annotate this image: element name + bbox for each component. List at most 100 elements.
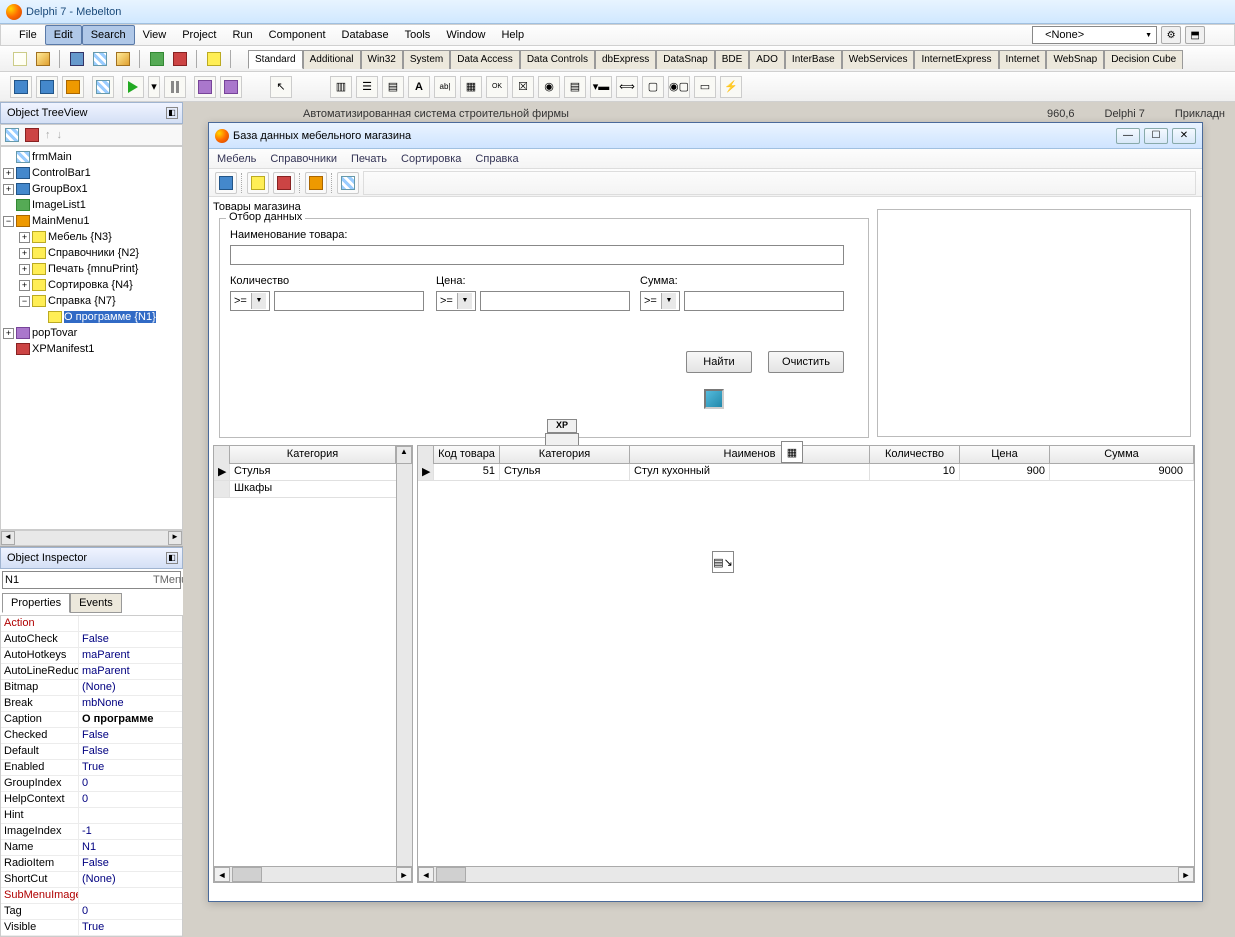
cat-vscroll[interactable] — [396, 464, 412, 866]
menu-help[interactable]: Help — [493, 26, 532, 44]
tab-system[interactable]: System — [403, 50, 450, 69]
prop-row[interactable]: BreakmbNone — [1, 696, 182, 712]
form-tb-open[interactable] — [305, 172, 327, 194]
prop-row[interactable]: SubMenuImage — [1, 888, 182, 904]
dh-cat[interactable]: Категория — [500, 446, 630, 463]
tab-events[interactable]: Events — [70, 593, 122, 613]
prop-row[interactable]: CheckedFalse — [1, 728, 182, 744]
prop-row[interactable]: ImageIndex-1 — [1, 824, 182, 840]
prop-row[interactable]: GroupIndex0 — [1, 776, 182, 792]
trace-btn[interactable] — [194, 76, 216, 98]
tree-icon-1[interactable] — [5, 128, 19, 142]
tree-node[interactable]: −MainMenu1 — [3, 213, 180, 229]
menu-search[interactable]: Search — [82, 25, 135, 45]
menu-project[interactable]: Project — [174, 26, 224, 44]
config-btn-2[interactable]: ⬒ — [1185, 26, 1205, 44]
tree-node[interactable]: +popTovar — [3, 325, 180, 341]
dh-name[interactable]: Наименов — [630, 446, 870, 463]
close-icon[interactable]: ✕ — [1172, 128, 1196, 144]
cat-hscroll[interactable]: ◄► — [214, 866, 412, 882]
comp-checkbox-icon[interactable]: ☒ — [512, 76, 534, 98]
tree-node[interactable]: +Печать {mnuPrint} — [3, 261, 180, 277]
toggle-btn[interactable] — [62, 76, 84, 98]
prop-row[interactable]: RadioItemFalse — [1, 856, 182, 872]
comp-label-icon[interactable]: A — [408, 76, 430, 98]
comp-radio-icon[interactable]: ◉ — [538, 76, 560, 98]
dc-qty[interactable]: 10 — [870, 464, 960, 480]
tab-interbase[interactable]: InterBase — [785, 50, 842, 69]
menu-file[interactable]: File — [11, 26, 45, 44]
prop-row[interactable]: VisibleTrue — [1, 920, 182, 936]
tree-node[interactable]: −Справка {N7} — [3, 293, 180, 309]
find-button[interactable]: Найти — [686, 351, 752, 373]
component-icon-1[interactable] — [704, 389, 724, 409]
tree-node[interactable]: +Сортировка {N4} — [3, 277, 180, 293]
tree-node[interactable]: XPManifest1 — [3, 341, 180, 357]
tree-node[interactable]: +GroupBox1 — [3, 181, 180, 197]
select-price-op[interactable]: >= — [436, 291, 476, 311]
menu-window[interactable]: Window — [438, 26, 493, 44]
comp-edit-icon[interactable]: ab| — [434, 76, 456, 98]
tab-standard[interactable]: Standard — [248, 50, 303, 69]
tab-websnap[interactable]: WebSnap — [1046, 50, 1104, 69]
form-menu-4[interactable]: Справка — [475, 153, 518, 165]
newform-btn[interactable] — [92, 76, 114, 98]
step-btn[interactable] — [220, 76, 242, 98]
tab-internet[interactable]: Internet — [999, 50, 1047, 69]
tree-icon-2[interactable] — [25, 128, 39, 142]
tree-node[interactable]: +Справочники {N2} — [3, 245, 180, 261]
tab-dataaccess[interactable]: Data Access — [450, 50, 520, 69]
minimize-icon[interactable]: — — [1116, 128, 1140, 144]
comp-radiogroup-icon[interactable]: ◉▢ — [668, 76, 690, 98]
comp-frames-icon[interactable]: ▥ — [330, 76, 352, 98]
input-name[interactable] — [230, 245, 844, 265]
save-btn[interactable] — [67, 49, 87, 69]
pin-icon-2[interactable]: ◧ — [166, 552, 178, 564]
datasource-component-icon[interactable]: ▤↘ — [712, 551, 734, 573]
cat-row-1[interactable]: Шкафы — [230, 481, 412, 497]
new-btn[interactable] — [10, 49, 30, 69]
form-menu-1[interactable]: Справочники — [270, 153, 337, 165]
xp-manifest-icon[interactable]: XP — [547, 419, 577, 433]
form-menu-2[interactable]: Печать — [351, 153, 387, 165]
pause-btn[interactable] — [164, 76, 186, 98]
inspector-object-select[interactable]: TMenuItem ▼ — [2, 571, 181, 589]
view-unit-btn[interactable] — [36, 76, 58, 98]
dc-cat[interactable]: Стулья — [500, 464, 630, 480]
tree-hscroll[interactable]: ◄ ► — [0, 530, 183, 546]
tab-webservices[interactable]: WebServices — [842, 50, 915, 69]
tree-node[interactable]: +Мебель {N3} — [3, 229, 180, 245]
dh-code[interactable]: Код товара — [434, 446, 500, 463]
dh-qty[interactable]: Количество — [870, 446, 960, 463]
comp-actionlist-icon[interactable]: ⚡ — [720, 76, 742, 98]
comp-memo-icon[interactable]: ▦ — [460, 76, 482, 98]
tree-body[interactable]: frmMain+ControlBar1+GroupBox1ImageList1−… — [0, 146, 183, 530]
view-form-btn[interactable] — [10, 76, 32, 98]
dc-sum[interactable]: 9000 — [1050, 464, 1194, 480]
select-sum-op[interactable]: >= — [640, 291, 680, 311]
prop-row[interactable]: ShortCut(None) — [1, 872, 182, 888]
inspector-object-name[interactable] — [3, 572, 149, 588]
data-grid[interactable]: Код товара Категория Наименов Количество… — [417, 445, 1195, 883]
dc-price[interactable]: 900 — [960, 464, 1050, 480]
tab-properties[interactable]: Properties — [2, 593, 70, 613]
removefile-btn[interactable] — [170, 49, 190, 69]
pin-icon[interactable]: ◧ — [166, 107, 178, 119]
arrow-down-icon[interactable]: ↓ — [57, 129, 63, 141]
menu-view[interactable]: View — [135, 26, 175, 44]
prop-row[interactable]: CaptionО программе — [1, 712, 182, 728]
help-btn[interactable] — [204, 49, 224, 69]
form-tb-config[interactable] — [337, 172, 359, 194]
tab-bde[interactable]: BDE — [715, 50, 750, 69]
open2-btn[interactable] — [113, 49, 133, 69]
tab-win32[interactable]: Win32 — [361, 50, 403, 69]
prop-row[interactable]: AutoLineReducmaParent — [1, 664, 182, 680]
arrow-up-icon[interactable]: ↑ — [45, 129, 51, 141]
categories-grid[interactable]: Категория ▲ ▶Стулья Шкафы ◄► — [213, 445, 413, 883]
prop-row[interactable]: HelpContext0 — [1, 792, 182, 808]
dbgrid-component-icon[interactable]: ▦ — [781, 441, 803, 463]
prop-row[interactable]: NameN1 — [1, 840, 182, 856]
form-title-bar[interactable]: База данных мебельного магазина — ☐ ✕ — [209, 123, 1202, 149]
comp-combobox-icon[interactable]: ▾▬ — [590, 76, 612, 98]
tab-additional[interactable]: Additional — [303, 50, 361, 69]
